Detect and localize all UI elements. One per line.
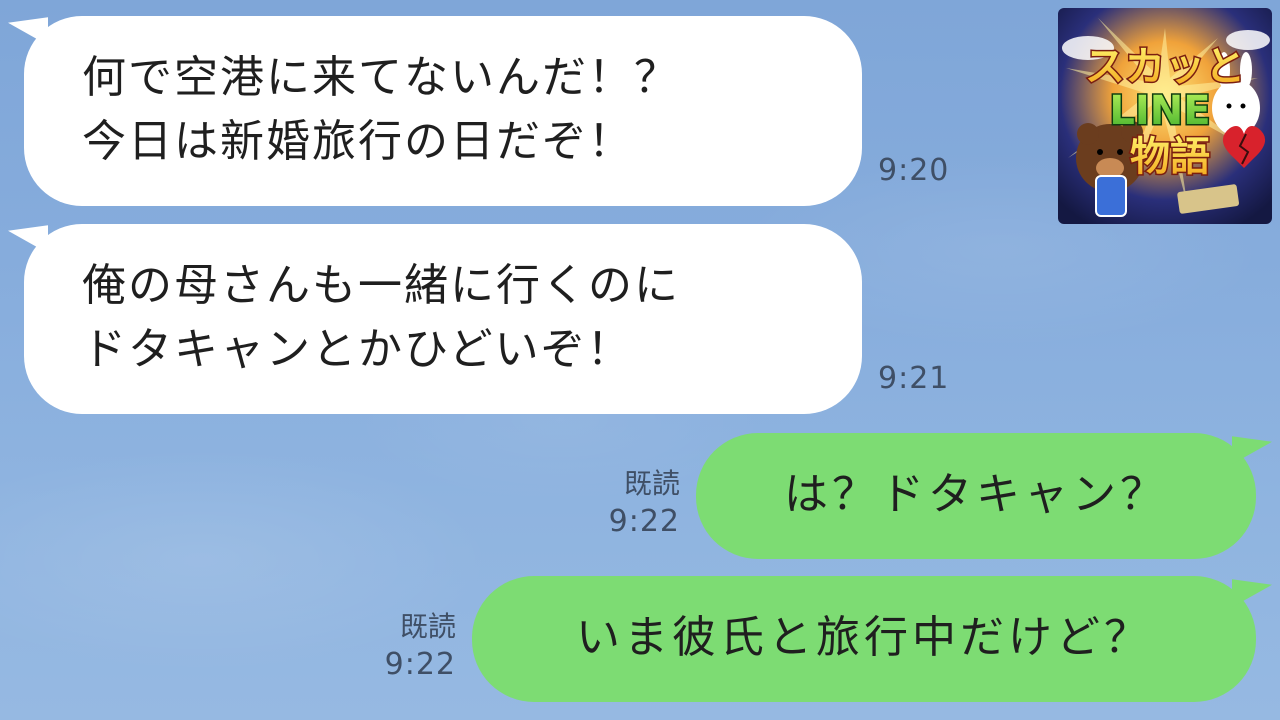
- logo-title-line: スカッと: [1085, 44, 1245, 90]
- logo-title-line: LINE: [1109, 88, 1210, 134]
- message-timestamp: 9:21: [878, 361, 950, 396]
- message-timestamp: 9:20: [878, 153, 950, 188]
- channel-logo: スカッと LINE 物語: [1058, 8, 1272, 224]
- read-status: 既読: [399, 610, 456, 643]
- outgoing-message-bubble[interactable]: は？ドタキャン？: [696, 433, 1272, 559]
- message-text: いま彼氏と旅行中だけど？: [576, 612, 1152, 663]
- message-text: は？ドタキャン？: [784, 469, 1168, 520]
- incoming-message-bubble[interactable]: 何で空港に来てないんだ！？ 今日は新婚旅行の日だぞ！: [8, 16, 862, 206]
- message-text-line: 俺の母さんも一緒に行くのに: [82, 260, 680, 311]
- message-text-line: ドタキャンとかひどいぞ！: [82, 324, 633, 375]
- message-timestamp: 9:22: [608, 504, 680, 539]
- read-receipt: 既読 9:22: [594, 465, 680, 541]
- outgoing-message-bubble[interactable]: いま彼氏と旅行中だけど？: [472, 576, 1272, 702]
- message-text-line: 何で空港に来てないんだ！？: [82, 52, 680, 103]
- message-text-line: 今日は新婚旅行の日だぞ！: [82, 116, 634, 167]
- read-receipt: 既読 9:22: [370, 608, 456, 684]
- incoming-message-bubble[interactable]: 俺の母さんも一緒に行くのに ドタキャンとかひどいぞ！: [8, 224, 862, 414]
- message-timestamp: 9:22: [384, 647, 456, 682]
- bubble-tail: [8, 225, 48, 259]
- bubble-tail: [1232, 579, 1272, 613]
- logo-artwork: スカッと LINE 物語: [1058, 8, 1272, 224]
- logo-title-line: 物語: [1130, 134, 1210, 180]
- bubble-tail: [8, 17, 48, 51]
- bubble-tail: [1232, 436, 1272, 470]
- read-status: 既読: [623, 467, 680, 500]
